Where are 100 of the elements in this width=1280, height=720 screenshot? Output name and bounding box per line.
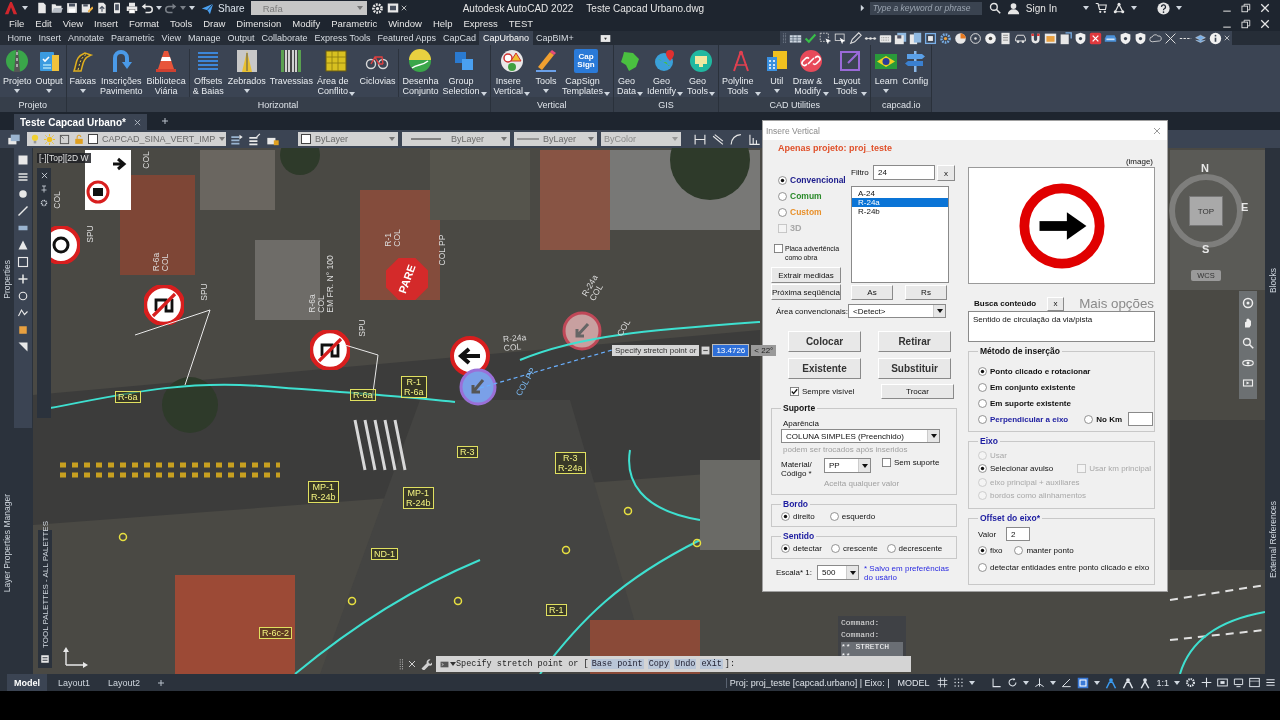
annotation-scale[interactable]: 1:1 bbox=[1156, 677, 1169, 688]
annotation-person-icon[interactable] bbox=[1122, 676, 1135, 689]
action-button[interactable]: Retirar bbox=[878, 331, 951, 352]
polar-icon[interactable] bbox=[1007, 677, 1019, 688]
radio-button[interactable] bbox=[829, 511, 839, 521]
ribbon-button[interactable]: Travessias bbox=[267, 49, 315, 97]
radio-button[interactable] bbox=[778, 175, 787, 185]
caret-icon[interactable] bbox=[46, 89, 53, 93]
cursor-icon[interactable] bbox=[834, 31, 847, 45]
print-icon[interactable] bbox=[126, 2, 138, 14]
caret-icon[interactable] bbox=[543, 89, 549, 93]
ribbon-tab[interactable]: View bbox=[158, 31, 185, 45]
distance-input[interactable]: 13.4726 bbox=[712, 344, 750, 357]
selection-icon[interactable] bbox=[819, 31, 832, 45]
rs-button[interactable]: Rs bbox=[905, 285, 947, 300]
pin-icon[interactable] bbox=[40, 185, 48, 193]
isolate-icon[interactable] bbox=[1217, 677, 1228, 688]
view-cube-face[interactable]: TOP bbox=[1189, 196, 1223, 226]
angle-input[interactable]: < 22° bbox=[751, 345, 777, 356]
grip-icon[interactable] bbox=[782, 31, 787, 45]
ribbon-button[interactable]: Desenha Conjunto bbox=[400, 49, 441, 97]
next-sequence-button[interactable]: Próxima seqüência bbox=[771, 284, 841, 300]
expand-arrow-icon[interactable] bbox=[859, 4, 865, 12]
command-option[interactable]: eXit bbox=[700, 659, 723, 669]
layer-match-icon[interactable] bbox=[230, 132, 244, 146]
color-dropdown[interactable]: ByLayer bbox=[298, 132, 398, 146]
radio-button[interactable] bbox=[1084, 414, 1094, 424]
zigzag-icon[interactable] bbox=[17, 307, 29, 319]
layout-tab[interactable]: Model bbox=[7, 674, 47, 691]
document-tab[interactable]: Teste Capcad Urbano* bbox=[14, 114, 147, 130]
ribbon-tab[interactable]: Parametric bbox=[107, 31, 159, 45]
caret-icon[interactable] bbox=[930, 434, 937, 438]
plus-icon[interactable] bbox=[1201, 677, 1212, 688]
terminal-icon[interactable] bbox=[439, 659, 450, 669]
close-icon[interactable] bbox=[40, 172, 48, 179]
open-folder-icon[interactable] bbox=[51, 2, 63, 14]
search-icon[interactable] bbox=[988, 2, 1001, 14]
lineweight-dropdown[interactable]: ByLayer bbox=[514, 132, 597, 146]
layer-previous-icon[interactable] bbox=[248, 132, 262, 146]
caret-icon[interactable] bbox=[22, 6, 28, 10]
checkbox[interactable] bbox=[882, 458, 891, 467]
phone-file-icon[interactable] bbox=[111, 2, 123, 14]
caret-icon[interactable] bbox=[861, 463, 868, 468]
steering-wheel-icon[interactable] bbox=[1242, 297, 1254, 309]
caret-icon[interactable] bbox=[450, 662, 456, 666]
clear-filter-button[interactable]: x bbox=[937, 165, 955, 181]
share-button[interactable]: Share bbox=[201, 1, 245, 15]
menu-item[interactable]: TEST bbox=[504, 18, 538, 29]
list-item[interactable]: R-24a bbox=[852, 198, 948, 207]
grip-icon[interactable] bbox=[398, 657, 404, 671]
menu-icon[interactable] bbox=[1265, 677, 1276, 688]
linear-dimension-icon[interactable] bbox=[693, 132, 707, 146]
appearance-dropdown[interactable]: COLUNA SIMPLES (Preenchido) bbox=[781, 429, 940, 443]
radio-button[interactable] bbox=[978, 414, 987, 424]
ribbon-button[interactable]: Util bbox=[762, 49, 791, 97]
wrench-icon[interactable] bbox=[420, 658, 432, 670]
show-motion-icon[interactable] bbox=[1242, 377, 1254, 389]
ribbon-button[interactable]: Zebrados bbox=[225, 49, 268, 97]
palette-title[interactable]: TOOL PALETTES - ALL PALETTES bbox=[40, 521, 50, 648]
triangle-icon[interactable] bbox=[17, 341, 29, 353]
clear-search-button[interactable]: x bbox=[1047, 296, 1064, 311]
linetype-dropdown[interactable]: ByLayer bbox=[402, 132, 510, 146]
layer-state-icon[interactable] bbox=[7, 132, 21, 146]
search-content-field[interactable]: Sentido de circulação da via/pista bbox=[968, 311, 1155, 342]
input-mode-icon[interactable] bbox=[701, 346, 711, 355]
orbit-icon[interactable] bbox=[1242, 357, 1254, 369]
command-option[interactable]: Undo bbox=[674, 659, 697, 669]
hardware-icon[interactable] bbox=[1233, 677, 1244, 688]
ribbon-tab[interactable]: Collaborate bbox=[258, 31, 312, 45]
layer-dropdown[interactable]: CAPCAD_SINA_VERT_IMP bbox=[27, 132, 226, 146]
plus-icon[interactable] bbox=[160, 117, 169, 125]
restore-icon[interactable] bbox=[1241, 18, 1251, 29]
ribbon-button[interactable]: Learn bbox=[872, 49, 901, 97]
pie-icon[interactable] bbox=[954, 31, 967, 45]
caret-icon[interactable] bbox=[156, 6, 162, 10]
triangle-icon[interactable] bbox=[17, 239, 29, 251]
document-copy-icon[interactable] bbox=[909, 31, 922, 45]
palette-tab[interactable]: External References bbox=[1267, 501, 1278, 579]
action-button[interactable]: Substituir bbox=[878, 358, 951, 379]
viewport-label[interactable]: [-][Top][2D W bbox=[37, 153, 91, 163]
radio-button[interactable] bbox=[1014, 546, 1024, 555]
caret-icon[interactable] bbox=[14, 89, 21, 93]
angle-icon[interactable] bbox=[1061, 677, 1073, 688]
square-icon[interactable] bbox=[17, 154, 29, 166]
palette-tab[interactable]: Properties bbox=[1, 260, 12, 299]
pen-icon[interactable] bbox=[849, 31, 862, 45]
redo-icon[interactable] bbox=[165, 2, 177, 14]
radio-button[interactable] bbox=[978, 382, 987, 392]
window-screen-icon[interactable] bbox=[386, 2, 399, 14]
extract-button[interactable]: Extrair medidas bbox=[771, 267, 841, 283]
lines-icon[interactable] bbox=[17, 171, 29, 183]
snap-dots-icon[interactable] bbox=[953, 677, 965, 688]
ribbon-tab[interactable]: CapBIM+ bbox=[532, 31, 578, 45]
user-icon[interactable] bbox=[1006, 1, 1020, 15]
menu-item[interactable]: Draw bbox=[199, 18, 230, 29]
sign-list[interactable]: A-24 R-24a R-24b bbox=[851, 186, 949, 283]
palette-tab[interactable]: Blocks bbox=[1267, 268, 1278, 294]
shield-icon[interactable] bbox=[1134, 31, 1147, 45]
target-icon[interactable] bbox=[969, 31, 982, 45]
list-item[interactable]: R-24b bbox=[852, 207, 948, 216]
